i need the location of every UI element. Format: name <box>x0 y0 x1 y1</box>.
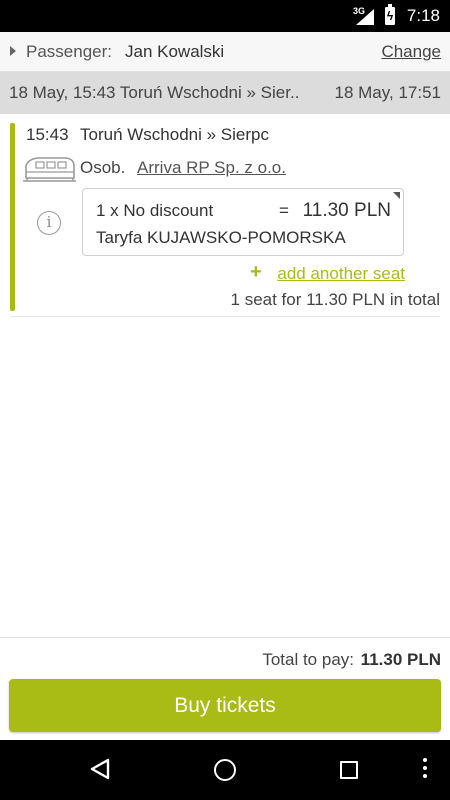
ticket-quantity-discount: 1 x No discount <box>96 201 214 220</box>
route-departure: 18 May, 15:43 Toruń Wschodni » Sier.. <box>9 83 300 102</box>
route-header: 18 May, 15:43 Toruń Wschodni » Sier.. 18… <box>0 72 450 114</box>
charging-bolt-icon: ϟ <box>386 9 394 23</box>
seat-total: 1 seat for 11.30 PLN in total <box>230 290 440 309</box>
ticket-option-box[interactable]: 1 x No discount = 11.30 PLN Taryfa KUJAW… <box>82 188 404 256</box>
signal-icon <box>356 9 374 25</box>
ticket-tariff: Taryfa KUJAWSKO-POMORSKA <box>96 228 346 247</box>
navigation-bar <box>0 740 450 800</box>
train-type: Osob. <box>80 158 126 177</box>
status-bar: 3G ϟ 7:18 <box>0 0 450 32</box>
back-icon[interactable] <box>89 758 111 780</box>
clock: 7:18 <box>406 6 440 25</box>
passenger-label: Passenger: <box>26 42 112 61</box>
segment-accent-bar <box>10 123 15 311</box>
ticket-equals: = <box>279 201 289 220</box>
info-icon[interactable]: i <box>37 211 61 235</box>
total-label: Total to pay: <box>262 650 354 669</box>
ticket-price: 11.30 PLN <box>302 200 391 221</box>
segment-time: 15:43 <box>26 125 69 144</box>
divider <box>0 637 450 638</box>
route-arrival: 18 May, 17:51 <box>334 83 441 102</box>
add-another-seat-link[interactable]: add another seat <box>277 264 405 284</box>
passenger-name: Jan Kowalski <box>125 42 225 61</box>
carrier-link[interactable]: Arriva RP Sp. z o.o. <box>137 158 286 178</box>
change-passenger-link[interactable]: Change <box>381 42 441 62</box>
recent-apps-icon[interactable] <box>340 761 358 779</box>
expand-arrow-icon[interactable] <box>10 46 16 56</box>
total-value: 11.30 PLN <box>360 650 441 669</box>
divider <box>10 316 440 317</box>
buy-tickets-button[interactable]: Buy tickets <box>9 679 441 732</box>
overflow-menu-icon[interactable] <box>423 758 427 782</box>
passenger-row: Passenger: Jan Kowalski Change <box>0 32 450 72</box>
dropdown-corner-icon <box>393 192 400 199</box>
plus-icon[interactable]: + <box>250 261 262 284</box>
home-icon[interactable] <box>214 759 236 781</box>
segment-route: Toruń Wschodni » Sierpc <box>80 125 269 144</box>
train-icon <box>23 157 76 182</box>
